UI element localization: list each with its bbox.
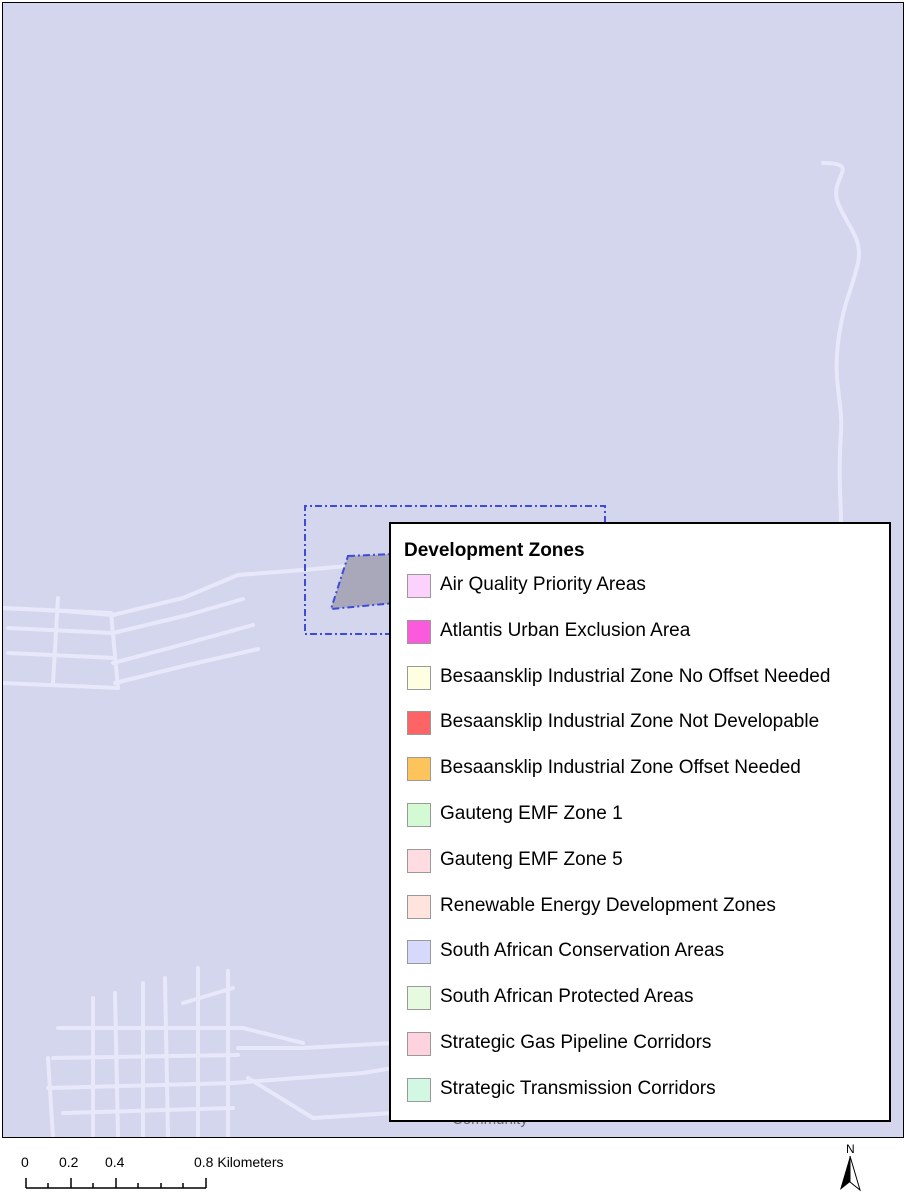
legend-swatch <box>407 619 431 644</box>
legend-label: Gauteng EMF Zone 1 <box>440 803 623 824</box>
legend-item-besaansklip-not-developable: Besaansklip Industrial Zone Not Developa… <box>407 707 887 737</box>
legend-label: Strategic Transmission Corridors <box>440 1077 716 1099</box>
scale-bar: 0 0.2 0.4 0.8 Kilometers <box>18 1150 318 1190</box>
north-arrow: N <box>838 1142 862 1192</box>
legend-swatch <box>407 986 431 1011</box>
legend-item-air-quality: Air Quality Priority Areas <box>407 570 887 600</box>
legend-label: South African Protected Areas <box>440 986 694 1008</box>
legend-label: Strategic Gas Pipeline Corridors <box>440 1032 712 1053</box>
legend-swatch <box>407 1032 431 1056</box>
legend-swatch <box>407 574 431 598</box>
legend-item-atlantis: Atlantis Urban Exclusion Area <box>407 616 887 646</box>
legend-swatch <box>407 757 431 782</box>
legend-item-besaansklip-no-offset: Besaansklip Industrial Zone No Offset Ne… <box>407 662 887 692</box>
north-arrow-icon <box>840 1155 861 1192</box>
legend-label: Renewable Energy Development Zones <box>440 894 776 916</box>
legend-item-gas-pipeline: Strategic Gas Pipeline Corridors <box>407 1028 887 1058</box>
site-polygon[interactable] <box>329 552 397 611</box>
legend-swatch <box>407 848 431 873</box>
legend-swatch <box>407 711 431 736</box>
legend-item-protected: South African Protected Areas <box>407 982 887 1012</box>
legend: Development Zones Air Quality Priority A… <box>389 522 891 1122</box>
legend-label: Gauteng EMF Zone 5 <box>440 848 623 870</box>
legend-item-renewable: Renewable Energy Development Zones <box>407 891 887 921</box>
legend-swatch <box>407 1077 431 1102</box>
legend-swatch <box>407 803 431 827</box>
legend-swatch <box>407 894 431 919</box>
scale-bar-ruler <box>25 1178 207 1189</box>
legend-label: Besaansklip Industrial Zone Not Developa… <box>440 711 820 733</box>
legend-swatch <box>407 940 431 965</box>
legend-item-transmission: Strategic Transmission Corridors <box>407 1074 887 1104</box>
legend-label: Atlantis Urban Exclusion Area <box>440 619 691 641</box>
legend-item-gauteng-zone-5: Gauteng EMF Zone 5 <box>407 845 887 875</box>
legend-item-conservation: South African Conservation Areas <box>407 936 887 966</box>
legend-label: Air Quality Priority Areas <box>440 574 646 595</box>
legend-label: Besaansklip Industrial Zone No Offset Ne… <box>440 665 831 687</box>
legend-label: Besaansklip Industrial Zone Offset Neede… <box>440 757 801 779</box>
legend-item-besaansklip-offset: Besaansklip Industrial Zone Offset Neede… <box>407 753 887 783</box>
legend-label: South African Conservation Areas <box>440 940 725 962</box>
legend-item-gauteng-zone-1: Gauteng EMF Zone 1 <box>407 799 887 829</box>
legend-title: Development Zones <box>404 540 585 561</box>
legend-swatch <box>407 665 431 690</box>
